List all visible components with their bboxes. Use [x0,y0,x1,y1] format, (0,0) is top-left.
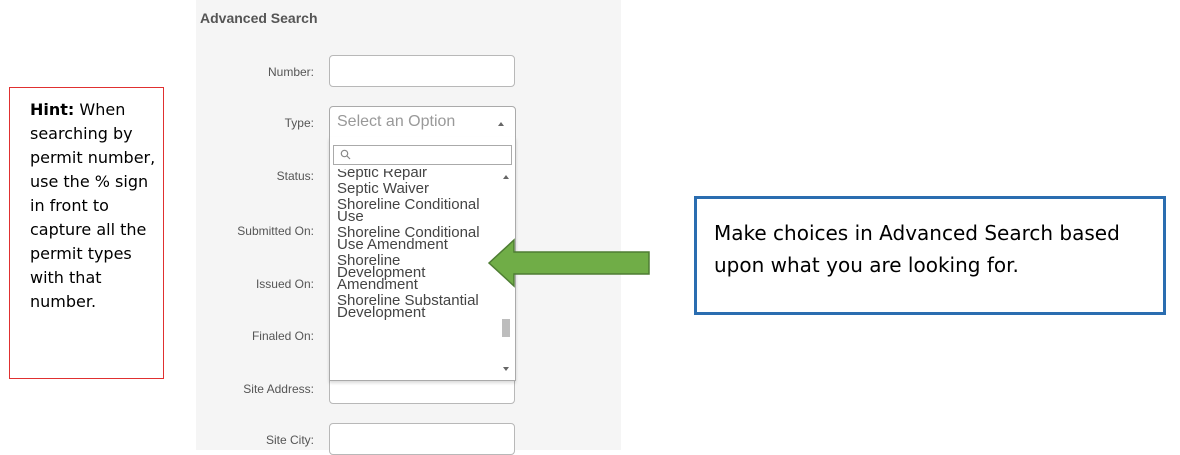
status-label: Status: [276,169,314,183]
instruction-text: Make choices in Advanced Search based up… [714,221,1120,277]
site-city-input[interactable] [329,423,515,455]
dropdown-search-input[interactable] [333,145,512,165]
left-arrow-icon [487,238,650,288]
search-icon [340,149,351,160]
option-shoreline-conditional-use[interactable]: Shoreline Conditional Use [331,197,496,225]
dropdown-options-list: Septic Repair Septic Waiver Shoreline Co… [331,169,496,377]
number-input[interactable] [329,55,515,87]
hint-text: When searching by permit number, use the… [30,100,156,311]
type-select[interactable]: Select an Option [329,106,516,138]
site-address-label: Site Address: [243,382,314,396]
panel-title: Advanced Search [200,10,318,26]
finaled-on-label: Finaled On: [251,329,314,343]
hint-callout: Hint: When searching by permit number, u… [9,87,164,379]
hint-label: Hint: [30,100,75,119]
option-shoreline-conditional-use-amendment[interactable]: Shoreline Conditional Use Amendment [331,225,496,253]
scroll-up-icon[interactable] [503,175,509,179]
advanced-search-panel: Advanced Search Number: Type: Status: Su… [196,0,621,455]
type-label: Type: [284,116,314,130]
scrollbar-thumb[interactable] [502,319,510,337]
option-septic-waiver[interactable]: Septic Waiver [331,181,496,197]
issued-on-label: Issued On: [255,277,314,291]
submitted-on-label: Submitted On: [237,224,314,238]
option-shoreline-development-amendment[interactable]: Shoreline Development Amendment [331,253,496,293]
scroll-down-icon[interactable] [503,367,509,371]
option-shoreline-substantial-development[interactable]: Shoreline Substantial Development [331,293,496,321]
chevron-up-icon[interactable] [498,122,504,126]
number-label: Number: [267,65,314,79]
instruction-callout: Make choices in Advanced Search based up… [694,196,1166,315]
site-city-label: Site City: [265,433,314,447]
type-select-placeholder: Select an Option [337,113,456,130]
